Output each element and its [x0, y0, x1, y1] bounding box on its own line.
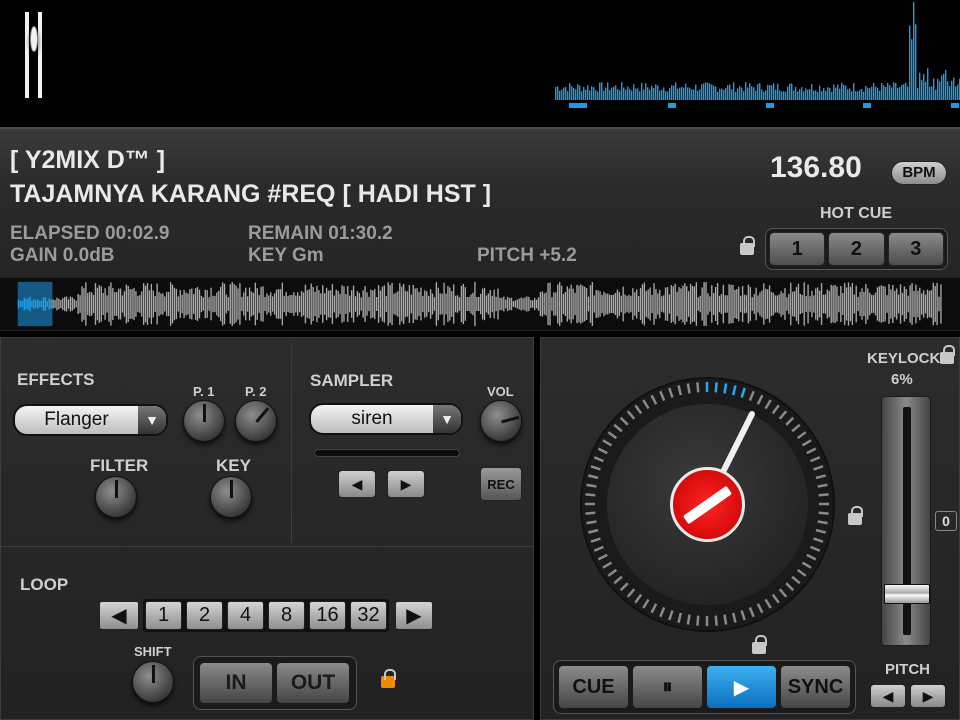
- loop-out-button[interactable]: OUT: [276, 662, 350, 704]
- triangle-down-icon: ▼: [433, 405, 461, 433]
- sampler-vol-knob[interactable]: [480, 400, 522, 442]
- record-label-mark: [682, 485, 733, 525]
- effects-select-value: Flanger: [44, 409, 109, 430]
- pitch-fader-handle[interactable]: [884, 584, 930, 605]
- record-label: [670, 467, 745, 542]
- effects-label: EFFECTS: [17, 370, 95, 389]
- triangle-left-icon: ◀: [882, 687, 894, 704]
- triangle-down-icon: ▼: [138, 406, 166, 434]
- key-knob[interactable]: [210, 476, 252, 518]
- keylock-range: 6%: [891, 371, 913, 388]
- loop-in-button[interactable]: IN: [199, 662, 273, 704]
- pause-icon: ⏸: [662, 675, 673, 698]
- gain-readout: GAIN 0.0dB: [10, 245, 115, 266]
- remain-time: REMAIN 01:30.2: [248, 223, 393, 244]
- pitch-readout: PITCH +5.2: [477, 245, 577, 266]
- hot-cue-button-3[interactable]: 3: [887, 232, 944, 266]
- triangle-right-icon: ▶: [922, 687, 934, 704]
- elapsed-time: ELAPSED 00:02.9: [10, 223, 170, 244]
- loop-size-16-button[interactable]: 16: [309, 601, 346, 630]
- sampler-label: SAMPLER: [310, 371, 394, 390]
- filter-label: FILTER: [90, 456, 149, 475]
- sampler-progress-bar: [314, 449, 460, 457]
- hot-cue-group: 1 2 3: [765, 228, 948, 270]
- hot-cue-button-1[interactable]: 1: [769, 232, 826, 266]
- overview-waveform[interactable]: [555, 0, 960, 112]
- level-meter-bar-left: [25, 12, 29, 98]
- hot-cue-button-2[interactable]: 2: [828, 232, 885, 266]
- play-icon: ▶: [733, 676, 750, 699]
- lock-icon[interactable]: [740, 236, 755, 255]
- triangle-right-icon: ▶: [406, 605, 422, 627]
- pitch-fader[interactable]: [881, 396, 931, 646]
- vol-label: VOL: [487, 384, 514, 399]
- bpm-button[interactable]: BPM: [891, 161, 947, 185]
- pitch-up-button[interactable]: ▶: [910, 684, 946, 708]
- lock-icon[interactable]: [848, 506, 863, 525]
- filter-knob[interactable]: [95, 476, 137, 518]
- sampler-next-button[interactable]: ▶: [387, 470, 425, 498]
- pitch-label: PITCH: [885, 661, 930, 678]
- transport-controls: CUE ⏸ ▶ SYNC: [553, 660, 856, 714]
- pause-button[interactable]: ⏸: [632, 665, 703, 709]
- loop-size-1-button[interactable]: 1: [145, 601, 182, 630]
- p2-knob[interactable]: [235, 400, 277, 442]
- key-label: KEY: [216, 456, 251, 475]
- sampler-select[interactable]: siren ▼: [309, 403, 463, 435]
- pitch-down-button[interactable]: ◀: [870, 684, 906, 708]
- divider: [291, 343, 292, 543]
- level-meter-handle[interactable]: [30, 26, 38, 52]
- p2-label: P. 2: [245, 384, 267, 399]
- track-waveform[interactable]: [0, 277, 960, 331]
- p1-knob[interactable]: [183, 400, 225, 442]
- loop-prev-button[interactable]: ◀: [99, 601, 139, 630]
- effects-select[interactable]: Flanger ▼: [13, 404, 168, 436]
- sampler-prev-button[interactable]: ◀: [338, 470, 376, 498]
- keylock-label: KEYLOCK: [867, 350, 941, 367]
- triangle-right-icon: ▶: [400, 475, 412, 492]
- loop-size-32-button[interactable]: 32: [350, 601, 387, 630]
- loop-size-2-button[interactable]: 2: [186, 601, 223, 630]
- deck-name: [ Y2MIX D™ ]: [10, 146, 166, 174]
- play-button[interactable]: ▶: [706, 665, 777, 709]
- p1-label: P. 1: [193, 384, 215, 399]
- loop-size-4-button[interactable]: 4: [227, 601, 264, 630]
- divider: [1, 546, 533, 547]
- hot-cue-label: HOT CUE: [820, 205, 892, 222]
- key-readout: KEY Gm: [248, 245, 324, 266]
- sampler-select-value: siren: [351, 408, 393, 429]
- rec-button[interactable]: REC: [480, 467, 522, 501]
- triangle-left-icon: ◀: [111, 605, 127, 627]
- loop-label: LOOP: [20, 575, 69, 594]
- shift-label: SHIFT: [134, 644, 172, 659]
- lock-icon[interactable]: [940, 345, 955, 364]
- sync-button[interactable]: SYNC: [780, 665, 851, 709]
- triangle-left-icon: ◀: [351, 475, 363, 492]
- lock-icon[interactable]: [381, 669, 396, 688]
- loop-size-8-button[interactable]: 8: [268, 601, 305, 630]
- level-meter[interactable]: [25, 12, 43, 98]
- track-title: TAJAMNYA KARANG #REQ [ HADI HST ]: [10, 180, 492, 208]
- lock-icon[interactable]: [752, 635, 767, 654]
- cue-button[interactable]: CUE: [558, 665, 629, 709]
- level-meter-bar-right: [38, 12, 42, 98]
- shift-knob[interactable]: [132, 661, 174, 703]
- loop-next-button[interactable]: ▶: [395, 601, 433, 630]
- pitch-zero-button[interactable]: 0: [935, 511, 957, 531]
- bpm-value: 136.80: [770, 151, 862, 184]
